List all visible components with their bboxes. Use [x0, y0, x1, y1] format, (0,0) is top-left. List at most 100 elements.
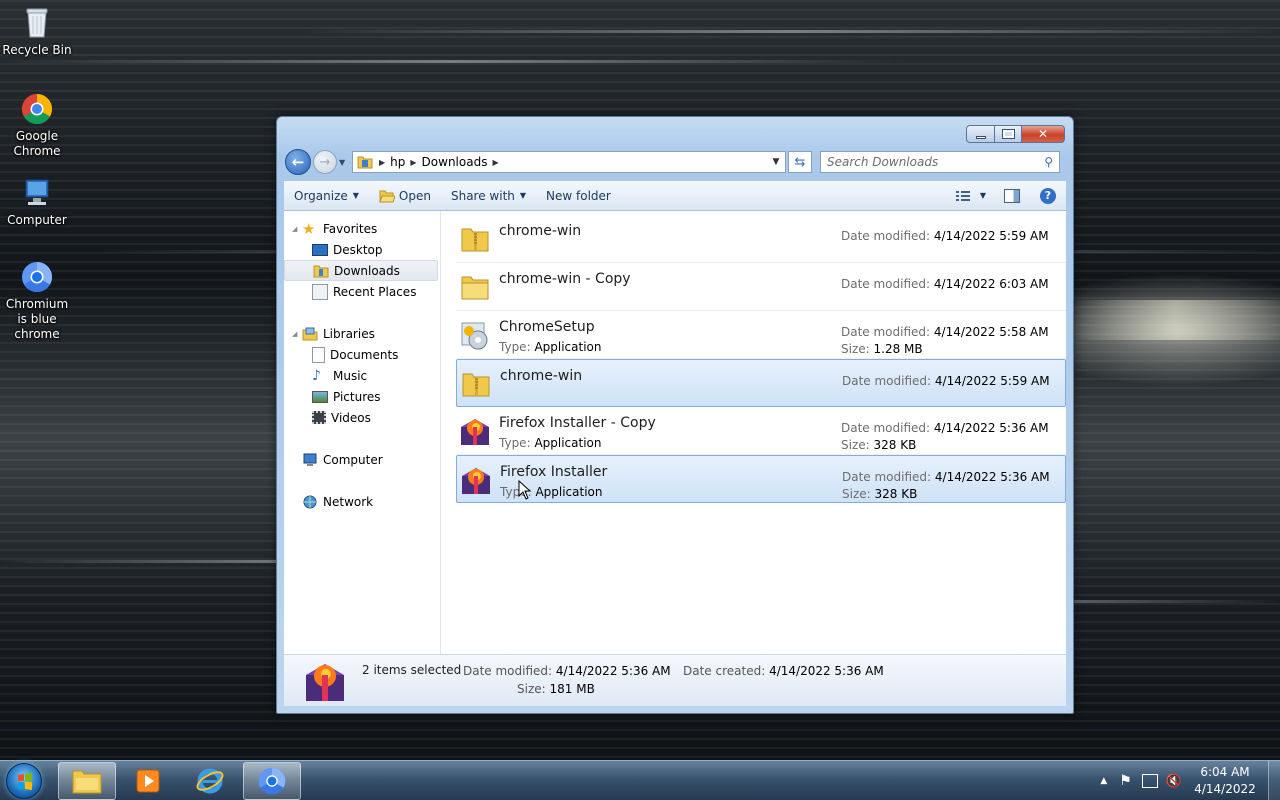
volume-muted-icon[interactable]: 🔇	[1166, 774, 1182, 789]
organize-label: Organize	[294, 188, 348, 203]
show-desktop-button[interactable]	[1268, 761, 1280, 800]
search-input[interactable]	[827, 155, 1045, 169]
breadcrumb-hp[interactable]: hp	[390, 155, 405, 169]
nav-videos[interactable]: Videos	[284, 407, 440, 428]
file-name: chrome-win	[500, 368, 583, 384]
start-button[interactable]	[6, 763, 42, 799]
downloads-folder-icon	[313, 263, 329, 279]
taskbar-explorer[interactable]	[58, 762, 116, 800]
taskbar-media-player[interactable]	[119, 762, 177, 800]
forward-arrow-icon: →	[319, 154, 331, 170]
file-row[interactable]: Firefox Installer Type: Application Date…	[456, 455, 1066, 503]
folder-icon	[459, 271, 491, 303]
desktop-icon-recycle-bin[interactable]: Recycle Bin	[1, 6, 73, 58]
view-list-icon	[955, 190, 970, 202]
file-name: ChromeSetup	[499, 319, 595, 335]
desktop-icon-google-chrome[interactable]: Google Chrome	[1, 92, 73, 159]
system-tray: ▲ ⚑ 🔇 6:04 AM 4/14/2022	[1100, 761, 1280, 800]
help-button[interactable]: ?	[1030, 181, 1066, 210]
file-type: Type: Application	[499, 436, 602, 450]
firefox-installer-icon	[459, 415, 491, 447]
zip-folder-icon	[460, 368, 492, 400]
file-row[interactable]: ChromeSetup Type: Application Date modif…	[456, 311, 1066, 359]
recent-places-icon	[312, 283, 328, 300]
file-name: chrome-win - Copy	[499, 271, 631, 287]
new-folder-button[interactable]: New folder	[536, 181, 621, 210]
nav-label: Desktop	[333, 242, 383, 257]
address-bar[interactable]: ▶ hp ▶ Downloads ▶ ▼	[352, 151, 786, 173]
file-date-modified: Date modified: 4/14/2022 5:36 AM	[841, 421, 1049, 435]
back-arrow-icon: ←	[291, 153, 305, 171]
nav-favorites[interactable]: ◢ ★ Favorites	[284, 218, 440, 239]
nav-downloads[interactable]: Downloads	[284, 260, 438, 281]
clock[interactable]: 6:04 AM 4/14/2022	[1192, 764, 1258, 798]
file-size: Size: 1.28 MB	[841, 342, 923, 356]
explorer-icon	[72, 770, 102, 794]
nav-label: Videos	[331, 410, 371, 425]
explorer-window: ✕ ← → ▼ ▶ hp ▶ Downloads ▶ ▼ ⇆ ⚲ Organiz…	[276, 116, 1074, 714]
mouse-cursor-icon	[518, 479, 532, 500]
refresh-icon: ⇆	[794, 154, 806, 170]
file-date-modified: Date modified: 4/14/2022 5:59 AM	[842, 374, 1050, 388]
file-date-modified: Date modified: 4/14/2022 6:03 AM	[841, 277, 1049, 291]
nav-documents[interactable]: Documents	[284, 344, 440, 365]
file-name: chrome-win	[499, 223, 582, 239]
breadcrumb-downloads[interactable]: Downloads	[422, 155, 488, 169]
details-date-created: Date created: 4/14/2022 5:36 AM	[683, 664, 884, 678]
back-button[interactable]: ←	[285, 149, 311, 175]
command-bar: Organize ▼ Open Share with ▼ New folder ▼ …	[284, 181, 1066, 211]
chevron-down-icon: ▼	[979, 191, 986, 200]
recent-pages-button[interactable]: ▼	[339, 158, 349, 167]
maximize-button[interactable]	[995, 125, 1022, 143]
view-options-button[interactable]: ▼	[974, 181, 994, 210]
show-hidden-icons-button[interactable]: ▲	[1100, 776, 1107, 786]
open-button[interactable]: Open	[369, 181, 441, 210]
nav-desktop[interactable]: Desktop	[284, 239, 440, 260]
breadcrumb-separator-icon: ▶	[410, 157, 417, 167]
file-row[interactable]: chrome-win Date modified: 4/14/2022 5:59…	[456, 215, 1066, 263]
close-button[interactable]: ✕	[1022, 125, 1065, 143]
firefox-installer-icon	[304, 659, 346, 703]
nav-computer[interactable]: Computer	[284, 449, 440, 470]
file-type: Type: Application	[499, 340, 602, 354]
taskbar-chrome[interactable]	[243, 762, 301, 800]
new-folder-label: New folder	[546, 188, 611, 203]
organize-button[interactable]: Organize ▼	[284, 181, 369, 210]
desktop-icon-chromium[interactable]: Chromium is blue chrome	[1, 260, 73, 342]
share-with-button[interactable]: Share with ▼	[441, 181, 536, 210]
desktop-icon-computer[interactable]: Computer	[1, 176, 73, 228]
preview-pane-button[interactable]	[994, 181, 1030, 210]
file-date-modified: Date modified: 4/14/2022 5:58 AM	[841, 325, 1049, 339]
nav-music[interactable]: ♪ Music	[284, 365, 440, 386]
chevron-down-icon: ▼	[519, 191, 527, 200]
minimize-icon	[975, 135, 986, 139]
nav-libraries[interactable]: ◢ Libraries	[284, 323, 440, 344]
nav-label: Favorites	[323, 221, 378, 236]
address-dropdown-button[interactable]: ▼	[767, 157, 785, 167]
change-view-button[interactable]	[952, 181, 974, 210]
action-center-flag-icon[interactable]: ⚑	[1119, 773, 1132, 789]
nav-recent-places[interactable]: Recent Places	[284, 281, 440, 302]
nav-pictures[interactable]: Pictures	[284, 386, 440, 407]
network-tray-icon[interactable]	[1141, 774, 1158, 788]
file-row[interactable]: Firefox Installer - Copy Type: Applicati…	[456, 407, 1066, 455]
chevron-down-icon: ▼	[352, 191, 359, 200]
navigation-bar: ← → ▼ ▶ hp ▶ Downloads ▶ ▼ ⇆ ⚲	[285, 149, 1065, 175]
breadcrumb-separator-icon: ▶	[492, 157, 499, 167]
details-pane: 2 items selected Date modified: 4/14/202…	[284, 654, 1066, 706]
navigation-pane: ◢ ★ Favorites Desktop Downloads Recent P…	[284, 211, 441, 654]
nav-label: Network	[323, 494, 374, 509]
minimize-button[interactable]	[966, 125, 995, 143]
file-row[interactable]: chrome-win - Copy Date modified: 4/14/20…	[456, 263, 1066, 311]
network-icon	[302, 494, 318, 510]
zip-folder-icon	[459, 223, 491, 255]
forward-button[interactable]: →	[313, 150, 337, 174]
nav-network[interactable]: Network	[284, 491, 440, 512]
setup-app-icon	[459, 319, 491, 351]
taskbar-internet-explorer[interactable]	[181, 762, 239, 800]
refresh-button[interactable]: ⇆	[788, 151, 812, 173]
nav-label: Documents	[330, 347, 399, 362]
file-row[interactable]: chrome-win Date modified: 4/14/2022 5:59…	[456, 359, 1066, 407]
search-box[interactable]: ⚲	[820, 151, 1060, 173]
maximize-icon	[1001, 129, 1015, 139]
